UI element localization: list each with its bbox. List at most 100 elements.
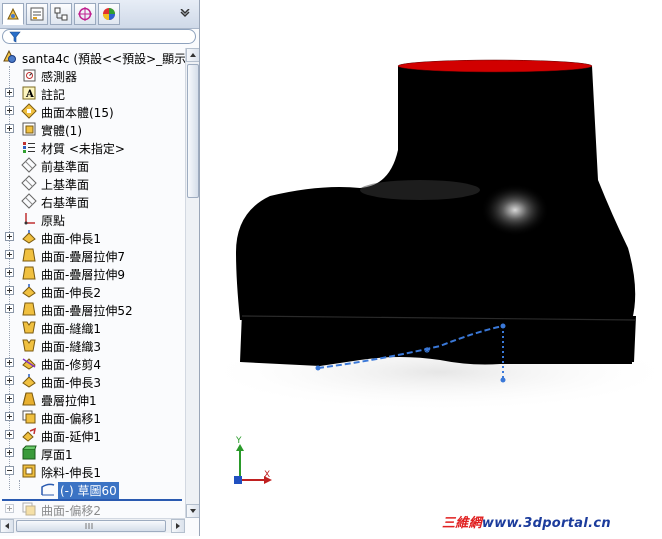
expand-icon[interactable] bbox=[5, 286, 14, 295]
collapse-icon[interactable] bbox=[5, 466, 14, 475]
tree-item-surface-extrude3[interactable]: 曲面-伸長3 bbox=[0, 372, 185, 390]
tree-item-right-plane[interactable]: 右基準面 bbox=[0, 192, 185, 210]
tree-item-label: 感測器 bbox=[41, 70, 78, 84]
tab-configuration-manager[interactable] bbox=[50, 3, 72, 25]
scroll-left-button[interactable] bbox=[0, 519, 14, 533]
expand-icon[interactable] bbox=[5, 504, 14, 513]
expand-icon[interactable] bbox=[5, 268, 14, 277]
tree-root-part[interactable]: santa4c (預設<<預設>_顯示狀 bbox=[0, 48, 185, 66]
surface-offset-icon bbox=[22, 410, 36, 424]
surface-knit-icon bbox=[22, 339, 36, 352]
expand-icon[interactable] bbox=[5, 232, 14, 241]
arrow-left-icon bbox=[5, 523, 9, 529]
tab-feature-manager[interactable] bbox=[2, 3, 24, 25]
expand-icon[interactable] bbox=[5, 88, 14, 97]
tree-item-loft1[interactable]: 疊層拉伸1 bbox=[0, 390, 185, 408]
grip-icon bbox=[85, 523, 93, 529]
tree-horizontal-scrollbar[interactable] bbox=[0, 518, 185, 533]
surface-loft-icon bbox=[22, 302, 36, 316]
tree-item-label: 曲面本體(15) bbox=[41, 106, 114, 120]
watermark-url-text: www.3dportal.cn bbox=[481, 516, 611, 531]
tab-display-manager[interactable] bbox=[98, 3, 120, 25]
arrow-up-icon bbox=[190, 53, 196, 57]
tree-item-surface-trim4[interactable]: 曲面-修剪4 bbox=[0, 354, 185, 372]
tree-item-surface-loft7[interactable]: 曲面-疊層拉伸7 bbox=[0, 246, 185, 264]
graphics-area[interactable]: Y X bbox=[200, 0, 662, 536]
tree-item-label: (-) 草圖60 bbox=[58, 482, 119, 499]
expand-icon[interactable] bbox=[5, 304, 14, 313]
expand-icon[interactable] bbox=[5, 394, 14, 403]
tree-item-label: 右基準面 bbox=[41, 196, 90, 210]
surface-loft-icon bbox=[22, 266, 36, 280]
expand-icon[interactable] bbox=[5, 376, 14, 385]
tree-item-surface-extend1[interactable]: 曲面-延伸1 bbox=[0, 426, 185, 444]
site-watermark: 三維網www.3dportal.cn bbox=[442, 512, 611, 531]
tree-item-label: 原點 bbox=[41, 214, 66, 228]
scroll-right-button[interactable] bbox=[171, 519, 185, 533]
surface-knit-icon bbox=[22, 321, 36, 334]
scroll-down-button[interactable] bbox=[186, 504, 199, 518]
tree-item-label: 曲面-偏移2 bbox=[41, 504, 101, 518]
tree-item-origin[interactable]: 原點 bbox=[0, 210, 185, 228]
origin-icon bbox=[24, 213, 35, 225]
tree-item-solid-bodies[interactable]: 實體(1) bbox=[0, 120, 185, 138]
tree-item-label: 曲面-延伸1 bbox=[41, 430, 101, 444]
tree-item-front-plane[interactable]: 前基準面 bbox=[0, 156, 185, 174]
tree-item-material[interactable]: 材質 <未指定> bbox=[0, 138, 185, 156]
thicken-icon bbox=[22, 445, 37, 460]
surface-highlight bbox=[481, 184, 549, 236]
tree-item-annotations[interactable]: A 註記 bbox=[0, 84, 185, 102]
triad-y-label: Y bbox=[236, 436, 242, 446]
scroll-up-button[interactable] bbox=[186, 48, 199, 62]
expand-icon[interactable] bbox=[5, 412, 14, 421]
feature-filter-field[interactable] bbox=[2, 29, 196, 44]
tree-item-surface-loft9[interactable]: 曲面-疊層拉伸9 bbox=[0, 264, 185, 282]
tab-property-manager[interactable] bbox=[26, 3, 48, 25]
tree-item-label: 曲面-疊層拉伸7 bbox=[41, 250, 125, 264]
tree-item-surface-offset2[interactable]: 曲面-偏移2 bbox=[0, 500, 185, 518]
expand-icon[interactable] bbox=[5, 430, 14, 439]
plane-icon bbox=[21, 157, 37, 173]
panel-tab-bar bbox=[0, 0, 199, 29]
expand-icon[interactable] bbox=[5, 358, 14, 367]
watermark-cn-text: 三維網 bbox=[442, 516, 482, 531]
tree-item-label: 曲面-疊層拉伸52 bbox=[41, 304, 133, 318]
tree-item-top-plane[interactable]: 上基準面 bbox=[0, 174, 185, 192]
tree-item-surface-loft52[interactable]: 曲面-疊層拉伸52 bbox=[0, 300, 185, 318]
tree-item-surface-bodies[interactable]: 曲面本體(15) bbox=[0, 102, 185, 120]
expand-icon[interactable] bbox=[5, 250, 14, 259]
sketch-icon bbox=[41, 483, 55, 496]
property-manager-icon bbox=[30, 7, 44, 21]
tree-item-label: 曲面-偏移1 bbox=[41, 412, 101, 426]
cut-extrude-icon bbox=[22, 464, 36, 478]
panel-collapse-arrow-icon[interactable] bbox=[180, 8, 190, 18]
arrow-right-icon bbox=[176, 523, 180, 529]
tree-item-label: 註記 bbox=[41, 88, 66, 102]
surface-highlight bbox=[360, 180, 480, 200]
tree-item-surface-extrude2[interactable]: 曲面-伸長2 bbox=[0, 282, 185, 300]
tree-item-sketch60[interactable]: (-) 草圖60 bbox=[0, 480, 185, 499]
tree-item-thicken1[interactable]: 厚面1 bbox=[0, 444, 185, 462]
tree-item-cut-extrude1[interactable]: 除料-伸長1 bbox=[0, 462, 185, 480]
tree-root-label: santa4c (預設<<預設>_顯示狀 bbox=[22, 52, 185, 66]
surface-extrude-icon bbox=[22, 230, 36, 244]
tab-dimxpert-manager[interactable] bbox=[74, 3, 96, 25]
arrow-down-icon bbox=[190, 509, 196, 513]
tree-item-surface-offset1[interactable]: 曲面-偏移1 bbox=[0, 408, 185, 426]
filter-icon bbox=[9, 31, 21, 43]
scroll-thumb[interactable] bbox=[187, 64, 199, 198]
horizontal-scroll-thumb[interactable] bbox=[16, 520, 166, 532]
surface-extend-icon bbox=[22, 427, 37, 442]
tree-item-surface-knit3[interactable]: 曲面-縫織3 bbox=[0, 336, 185, 354]
tree-item-label: 疊層拉伸1 bbox=[41, 394, 97, 408]
tree-vertical-scrollbar[interactable] bbox=[185, 48, 199, 518]
tree-item-surface-extrude1[interactable]: 曲面-伸長1 bbox=[0, 228, 185, 246]
solid-bodies-icon bbox=[22, 122, 36, 136]
boot-model bbox=[200, 59, 662, 484]
tree-item-sensors[interactable]: 感測器 bbox=[0, 66, 185, 84]
expand-icon[interactable] bbox=[5, 124, 14, 133]
tree-item-surface-knit1[interactable]: 曲面-縫織1 bbox=[0, 318, 185, 336]
expand-icon[interactable] bbox=[5, 448, 14, 457]
expand-icon[interactable] bbox=[5, 106, 14, 115]
triad-x-label: X bbox=[264, 470, 271, 480]
